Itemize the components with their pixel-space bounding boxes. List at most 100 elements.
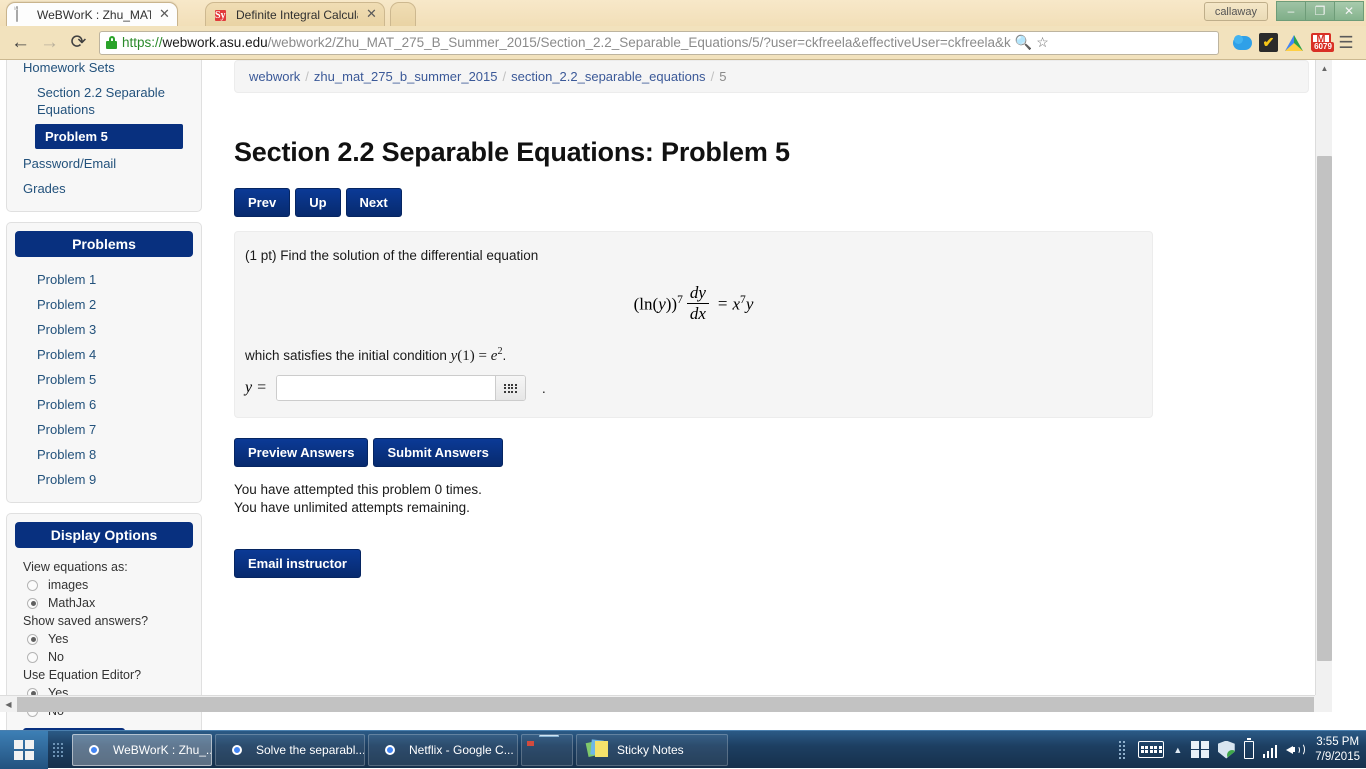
radio-saved-yes[interactable]: Yes <box>7 630 201 648</box>
clock-date: 7/9/2015 <box>1315 750 1360 765</box>
sidebar-problem-7[interactable]: Problem 7 <box>7 417 201 442</box>
initial-condition-prefix: which satisfies the initial condition <box>245 348 447 363</box>
gmail-unread-badge: 6079 <box>1312 42 1334 52</box>
sidebar-problem-9[interactable]: Problem 9 <box>7 467 201 492</box>
sidebar-problem-2[interactable]: Problem 2 <box>7 292 201 317</box>
security-shield-icon[interactable] <box>1218 741 1235 759</box>
sidebar-item-password-email[interactable]: Password/Email <box>7 151 201 176</box>
breadcrumb-item-webwork[interactable]: webwork <box>249 69 300 84</box>
tray-grip-handle[interactable] <box>1119 739 1129 761</box>
dot-grid-icon <box>504 384 517 393</box>
sidebar-problem-3[interactable]: Problem 3 <box>7 317 201 342</box>
problem-body: (1 pt) Find the solution of the differen… <box>234 231 1153 418</box>
sidebar-problem-8[interactable]: Problem 8 <box>7 442 201 467</box>
volume-icon[interactable] <box>1286 742 1304 758</box>
taskbar-item-solve-separable[interactable]: Solve the separabl... <box>215 734 365 766</box>
checkmark-extension-icon[interactable]: ✔ <box>1259 33 1278 52</box>
answer-input[interactable] <box>277 376 495 400</box>
taskbar-item-webwork[interactable]: WeBWorK : Zhu_... <box>72 734 212 766</box>
submit-answers-button[interactable]: Submit Answers <box>373 438 502 467</box>
sidebar-problem-1[interactable]: Problem 1 <box>7 267 201 292</box>
close-icon[interactable]: ✕ <box>158 8 171 21</box>
sidebar-problem-6[interactable]: Problem 6 <box>7 392 201 417</box>
taskbar-grip-handle[interactable] <box>53 737 67 763</box>
sidebar-item-section-2-2[interactable]: Section 2.2 Separable Equations <box>7 80 201 122</box>
radio-saved-no[interactable]: No <box>7 648 201 666</box>
horizontal-scrollbar[interactable]: ◀ <box>0 695 1332 712</box>
signal-bars-icon[interactable] <box>1263 742 1278 758</box>
up-button[interactable]: Up <box>295 188 340 217</box>
sidebar-item-problem-5[interactable]: Problem 5 <box>35 124 183 149</box>
problem-points: (1 pt) <box>245 248 277 263</box>
vertical-scrollbar-thumb[interactable] <box>1317 156 1332 661</box>
main-content: webwork / zhu_mat_275_b_summer_2015 / sectio… <box>234 60 1309 578</box>
windows-taskbar: WeBWorK : Zhu_... Solve the separabl... … <box>0 730 1366 768</box>
forward-icon[interactable]: → <box>35 29 64 57</box>
radio-icon-selected[interactable] <box>27 598 38 609</box>
sidebar-item-homework-sets[interactable]: Homework Sets <box>7 60 201 80</box>
sidebar: Homework Sets Section 2.2 Separable Equa… <box>6 60 202 730</box>
prev-button[interactable]: Prev <box>234 188 290 217</box>
attempts-info: You have attempted this problem 0 times.… <box>234 481 1309 517</box>
attempts-line-2: You have unlimited attempts remaining. <box>234 499 1309 517</box>
breadcrumb-separator: / <box>711 69 715 84</box>
sidebar-item-grades[interactable]: Grades <box>7 176 201 201</box>
initial-condition-period: . <box>503 348 507 363</box>
sidebar-problem-5[interactable]: Problem 5 <box>7 367 201 392</box>
battery-icon[interactable] <box>1244 741 1254 759</box>
minimize-button[interactable]: – <box>1276 1 1306 21</box>
back-icon[interactable]: ← <box>6 29 35 57</box>
sidebar-problem-4[interactable]: Problem 4 <box>7 342 201 367</box>
browser-toolbar: ← → ⟳ https://webwork.asu.edu/webwork2/Z… <box>0 26 1366 60</box>
close-icon[interactable]: ✕ <box>365 8 378 21</box>
taskbar-item-file-explorer[interactable] <box>521 734 573 766</box>
google-drive-icon[interactable] <box>1285 33 1304 52</box>
bookmark-star-icon[interactable]: ☆ <box>1036 34 1049 51</box>
onedrive-icon[interactable] <box>1233 33 1252 52</box>
taskbar-clock[interactable]: 3:55 PM 7/9/2015 <box>1313 735 1360 765</box>
scroll-left-icon[interactable]: ◀ <box>0 696 17 713</box>
browser-tab-webwork[interactable]: WeBWorK : Zhu_MAT_275 ✕ <box>6 2 178 26</box>
taskbar-item-netflix[interactable]: Netflix - Google C... <box>368 734 518 766</box>
answer-row: y = . <box>245 375 1142 401</box>
page-title: Section 2.2 Separable Equations: Problem… <box>234 137 1309 168</box>
close-window-button[interactable]: ✕ <box>1334 1 1364 21</box>
zoom-search-icon[interactable]: 🔍 <box>1015 34 1032 51</box>
page-viewport: Homework Sets Section 2.2 Separable Equa… <box>0 60 1366 730</box>
new-tab-button[interactable] <box>390 2 416 26</box>
vertical-scrollbar[interactable]: ▲ ▼ <box>1315 60 1332 712</box>
radio-view-mathjax[interactable]: MathJax <box>7 594 201 612</box>
radio-icon[interactable] <box>27 580 38 591</box>
radio-icon-selected[interactable] <box>27 634 38 645</box>
breadcrumb-item-course[interactable]: zhu_mat_275_b_summer_2015 <box>314 69 498 84</box>
next-button[interactable]: Next <box>346 188 402 217</box>
radio-view-images[interactable]: images <box>7 576 201 594</box>
breadcrumb-separator: / <box>503 69 507 84</box>
reload-icon[interactable]: ⟳ <box>64 29 93 57</box>
email-instructor-button[interactable]: Email instructor <box>234 549 361 578</box>
scroll-up-icon[interactable]: ▲ <box>1316 60 1333 77</box>
windows-flag-icon[interactable] <box>1191 741 1209 759</box>
equation-editor-button[interactable] <box>495 376 525 400</box>
radio-icon[interactable] <box>27 652 38 663</box>
browser-tab-symbolab[interactable]: Sy Definite Integral Calculato ✕ <box>205 2 385 26</box>
chrome-profile-name[interactable]: callaway <box>1204 2 1268 21</box>
site-nav-panel: Homework Sets Section 2.2 Separable Equa… <box>6 60 202 212</box>
breadcrumb-item-set[interactable]: section_2.2_separable_equations <box>511 69 705 84</box>
horizontal-scrollbar-thumb[interactable] <box>17 697 1314 712</box>
address-bar[interactable]: https://webwork.asu.edu/webwork2/Zhu_MAT… <box>99 31 1219 55</box>
clock-time: 3:55 PM <box>1315 735 1360 750</box>
chrome-menu-icon[interactable]: ☰ <box>1337 33 1355 52</box>
sticky-notes-icon <box>587 739 609 761</box>
initial-condition-line: which satisfies the initial condition y(… <box>245 346 1142 365</box>
start-button[interactable] <box>0 731 48 769</box>
tab-title: WeBWorK : Zhu_MAT_275 <box>37 8 151 22</box>
gmail-icon[interactable]: M6079 <box>1311 33 1330 52</box>
keyboard-icon[interactable] <box>1138 741 1164 758</box>
taskbar-item-sticky-notes[interactable]: Sticky Notes <box>576 734 728 766</box>
preview-answers-button[interactable]: Preview Answers <box>234 438 368 467</box>
chrome-icon <box>379 739 401 761</box>
scrollbar-corner <box>1315 695 1332 712</box>
show-hidden-icons-arrow[interactable]: ▲ <box>1173 745 1182 755</box>
maximize-restore-button[interactable]: ❐ <box>1305 1 1335 21</box>
